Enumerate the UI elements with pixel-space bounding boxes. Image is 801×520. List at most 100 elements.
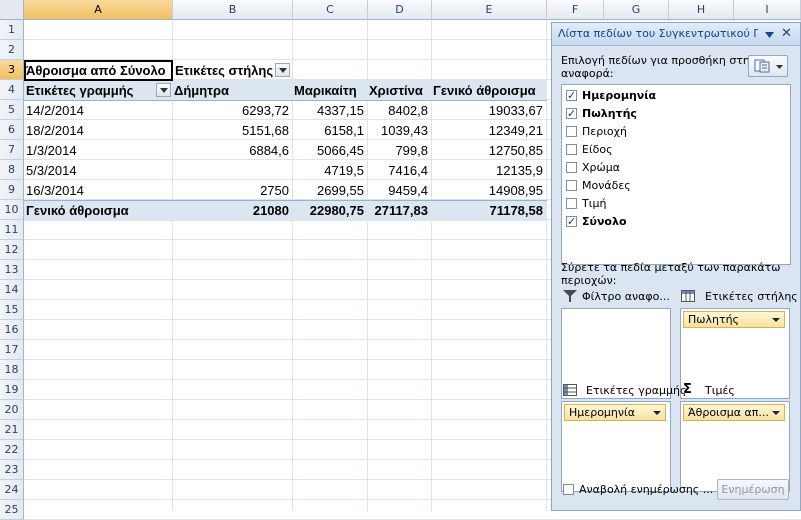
value-cell[interactable]: 4719,5	[293, 161, 368, 181]
column-field-pill[interactable]: Πωλητής	[683, 311, 785, 328]
field-checkbox[interactable]	[566, 87, 577, 105]
grand-total-dimitra[interactable]: 21080	[173, 201, 293, 221]
field-checkbox[interactable]	[566, 105, 577, 123]
value-cell[interactable]: 19033,67	[432, 101, 547, 121]
field-checkbox[interactable]	[566, 198, 577, 209]
row-header-16[interactable]: 16	[0, 320, 24, 340]
row-header-5[interactable]: 5	[0, 100, 24, 120]
row-field-pill[interactable]: Ημερομηνία	[564, 404, 666, 421]
field-item[interactable]: Μονάδες	[566, 177, 786, 195]
row-header-20[interactable]: 20	[0, 400, 24, 420]
value-cell[interactable]: 8402,8	[368, 101, 432, 121]
row-labels-area[interactable]: Ημερομηνία	[561, 401, 671, 492]
value-cell[interactable]: 1039,43	[368, 121, 432, 141]
pane-title-bar[interactable]: Λίστα πεδίων του Συγκεντρωτικού Π ✕	[552, 23, 800, 46]
column-header-g[interactable]: G	[604, 0, 669, 20]
value-cell[interactable]: 799,8	[368, 141, 432, 161]
layout-options-button[interactable]	[748, 55, 788, 77]
value-cell[interactable]: 2750	[173, 181, 293, 201]
value-cell[interactable]: 12349,21	[432, 121, 547, 141]
row-header-10[interactable]: 10	[0, 200, 24, 220]
field-checkbox[interactable]	[566, 144, 577, 155]
value-cell[interactable]: 5151,68	[173, 121, 293, 141]
row-header-23[interactable]: 23	[0, 460, 24, 480]
field-checkbox[interactable]	[566, 213, 577, 231]
value-cell[interactable]: 14908,95	[432, 181, 547, 201]
column-header-e[interactable]: E	[432, 0, 547, 20]
value-cell[interactable]: 7416,4	[368, 161, 432, 181]
row-header-18[interactable]: 18	[0, 360, 24, 380]
column-header-i[interactable]: I	[734, 0, 801, 20]
field-item[interactable]: Είδος	[566, 141, 786, 159]
value-cell[interactable]: 12135,9	[432, 161, 547, 181]
row-label[interactable]: 5/3/2014	[26, 161, 172, 181]
defer-update-checkbox[interactable]	[563, 484, 574, 495]
row-header-2[interactable]: 2	[0, 40, 24, 60]
field-item[interactable]: Ημερομηνία	[566, 87, 786, 105]
row-header-14[interactable]: 14	[0, 280, 24, 300]
row-header-17[interactable]: 17	[0, 340, 24, 360]
value-cell[interactable]: 5066,45	[293, 141, 368, 161]
value-cell[interactable]: 9459,4	[368, 181, 432, 201]
values-field-pill[interactable]: Άθροισμα απ...	[683, 404, 785, 421]
row-header-8[interactable]: 8	[0, 160, 24, 180]
column-labels-header[interactable]: Ετικέτες στήλης	[175, 61, 275, 81]
col-name-marikaiti[interactable]: Μαρικαίτη	[294, 81, 367, 101]
value-cell[interactable]: 2699,55	[293, 181, 368, 201]
value-cell[interactable]: 6293,72	[173, 101, 293, 121]
row-labels-header[interactable]: Ετικέτες γραμμής	[26, 81, 156, 101]
column-header-f[interactable]: F	[547, 0, 604, 20]
row-header-13[interactable]: 13	[0, 260, 24, 280]
field-item[interactable]: Τιμή	[566, 195, 786, 213]
field-item[interactable]: Σύνολο	[566, 213, 786, 231]
column-header-h[interactable]: H	[669, 0, 734, 20]
value-cell[interactable]: 12750,85	[432, 141, 547, 161]
row-label[interactable]: 16/3/2014	[26, 181, 172, 201]
col-name-grand-total[interactable]: Γενικό άθροισμα	[433, 81, 546, 101]
grand-total-christina[interactable]: 27117,83	[368, 201, 432, 221]
row-header-6[interactable]: 6	[0, 120, 24, 140]
row-header-22[interactable]: 22	[0, 440, 24, 460]
field-item[interactable]: Πωλητής	[566, 105, 786, 123]
row-header-3[interactable]: 3	[0, 60, 24, 80]
field-checkbox[interactable]	[566, 180, 577, 191]
pane-options-dropdown-icon[interactable]	[765, 32, 774, 38]
row-labels-filter-dropdown[interactable]	[156, 83, 171, 97]
column-labels-filter-dropdown[interactable]	[275, 63, 290, 77]
value-cell[interactable]: 6884,6	[173, 141, 293, 161]
row-label[interactable]: 18/2/2014	[26, 121, 172, 141]
field-item[interactable]: Χρώμα	[566, 159, 786, 177]
row-header-4[interactable]: 4	[0, 80, 24, 100]
value-cell[interactable]: 4337,15	[293, 101, 368, 121]
field-checkbox[interactable]	[566, 162, 577, 173]
row-header-9[interactable]: 9	[0, 180, 24, 200]
column-header-b[interactable]: B	[173, 0, 293, 20]
select-all-corner[interactable]	[0, 0, 24, 20]
row-label[interactable]: 14/2/2014	[26, 101, 172, 121]
column-header-a[interactable]: A	[24, 0, 173, 20]
column-header-d[interactable]: D	[368, 0, 432, 20]
field-item[interactable]: Περιοχή	[566, 123, 786, 141]
grand-total-marikaiti[interactable]: 22980,75	[293, 201, 368, 221]
row-label[interactable]: 1/3/2014	[26, 141, 172, 161]
row-header-25[interactable]: 25	[0, 500, 24, 520]
field-checkbox[interactable]	[566, 126, 577, 137]
value-cell[interactable]	[173, 161, 293, 181]
value-cell[interactable]: 6158,1	[293, 121, 368, 141]
grand-total-overall[interactable]: 71178,58	[432, 201, 547, 221]
column-labels-area[interactable]: Πωλητής	[680, 308, 790, 399]
row-header-1[interactable]: 1	[0, 20, 24, 40]
row-header-12[interactable]: 12	[0, 240, 24, 260]
row-header-11[interactable]: 11	[0, 220, 24, 240]
row-header-7[interactable]: 7	[0, 140, 24, 160]
grand-total-label[interactable]: Γενικό άθροισμα	[26, 201, 172, 221]
col-name-dimitra[interactable]: Δήμητρα	[174, 81, 292, 101]
close-icon[interactable]: ✕	[781, 23, 792, 45]
col-name-christina[interactable]: Χριστίνα	[369, 81, 432, 101]
row-header-21[interactable]: 21	[0, 420, 24, 440]
row-header-19[interactable]: 19	[0, 380, 24, 400]
update-button[interactable]: Ενημέρωση	[717, 479, 789, 500]
column-header-c[interactable]: C	[293, 0, 368, 20]
row-header-24[interactable]: 24	[0, 480, 24, 500]
row-header-15[interactable]: 15	[0, 300, 24, 320]
